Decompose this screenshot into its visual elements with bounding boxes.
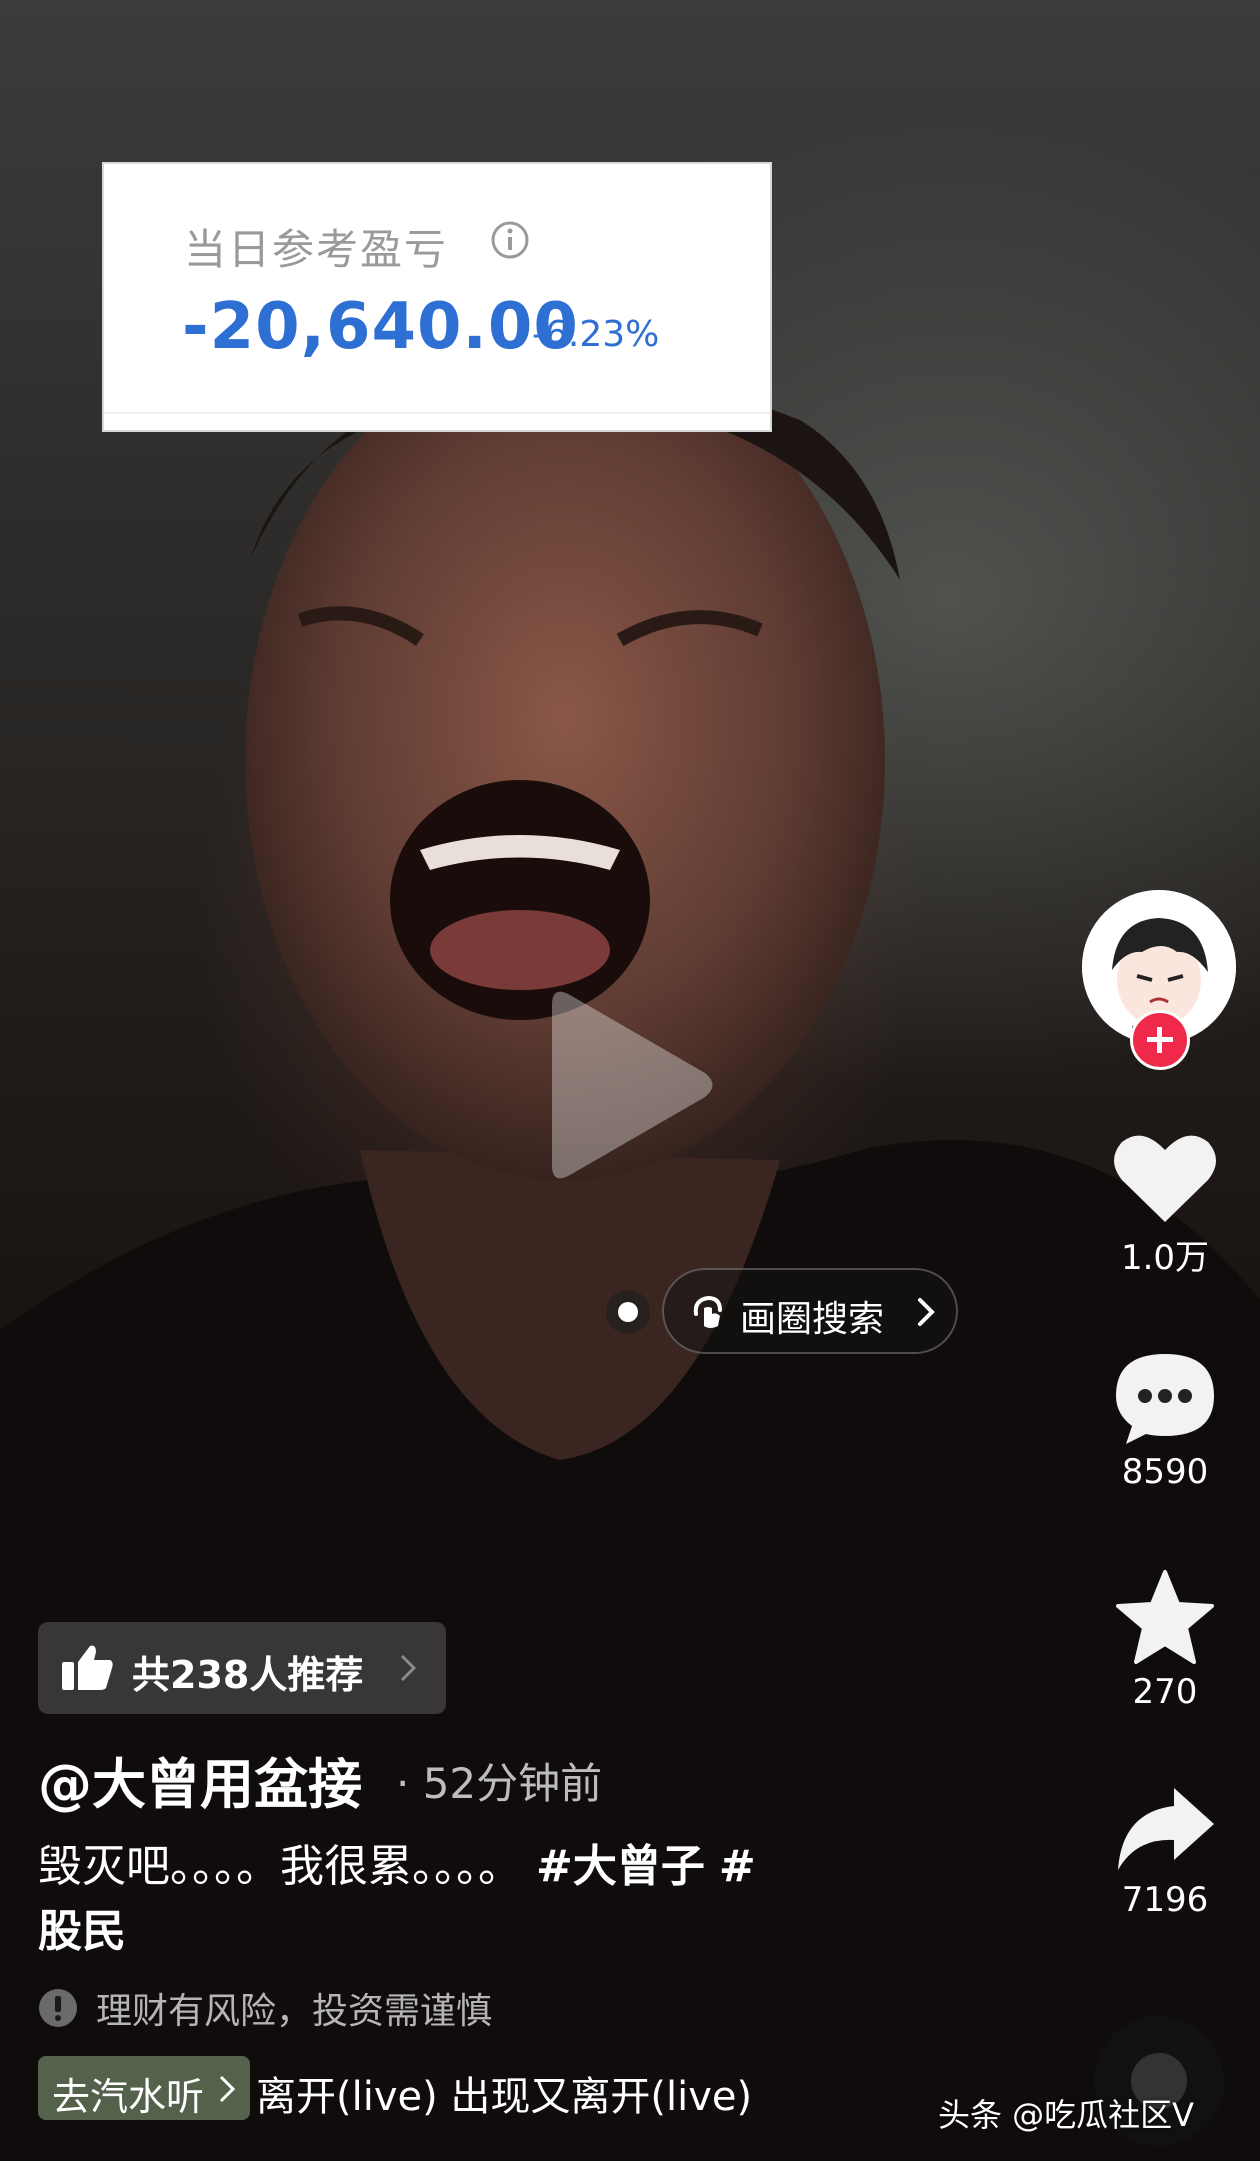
recommend-pill[interactable]: 共238人推荐 bbox=[38, 1622, 446, 1714]
circle-search-label: 画圈搜索 bbox=[740, 1299, 885, 1340]
watermark: 头条 @吃瓜社区V bbox=[938, 2096, 1195, 2134]
open-music-app-button[interactable]: 去汽水听 bbox=[38, 2056, 250, 2120]
share-button[interactable]: 7196 bbox=[1100, 1784, 1230, 1920]
heart-icon bbox=[1114, 1135, 1216, 1222]
plus-icon bbox=[1147, 1027, 1173, 1053]
hand-circle-icon bbox=[693, 1295, 722, 1328]
caption-text: 毁灭吧。。。。我很累。。。。 bbox=[38, 1841, 522, 1892]
thumbs-up-icon bbox=[62, 1645, 113, 1690]
chevron-right-icon bbox=[918, 1298, 935, 1326]
recommend-count-label: 共238人推荐 bbox=[132, 1653, 364, 1697]
dot-indicator bbox=[618, 1302, 638, 1322]
share-arrow-icon bbox=[1118, 1788, 1214, 1870]
star-icon bbox=[1116, 1570, 1214, 1664]
profit-loss-card: 当日参考盈亏 -20,640.00 -6.23% bbox=[102, 162, 772, 432]
circle-search-button[interactable]: 画圈搜索 bbox=[662, 1268, 958, 1354]
share-count: 7196 bbox=[1121, 1880, 1209, 1920]
hashtag-link[interactable]: # bbox=[719, 1841, 756, 1892]
profit-loss-percent: -6.23% bbox=[532, 314, 660, 355]
hashtag-link[interactable]: #大曾子 bbox=[536, 1841, 705, 1892]
music-entry-label: 去汽水听 bbox=[52, 2075, 205, 2119]
info-icon bbox=[491, 221, 529, 259]
risk-notice-text: 理财有风险，投资需谨慎 bbox=[96, 1991, 493, 2032]
post-time: · 52分钟前 bbox=[396, 1759, 603, 1808]
chevron-right-icon bbox=[400, 1654, 417, 1682]
like-count: 1.0万 bbox=[1120, 1238, 1210, 1278]
warning-icon bbox=[39, 1989, 77, 2027]
post-caption: 毁灭吧。。。。我很累。。。。 #大曾子 # bbox=[38, 1830, 756, 1894]
card-divider bbox=[104, 412, 770, 414]
author-name[interactable]: @大曾用盆接 bbox=[38, 1740, 362, 1819]
play-icon[interactable] bbox=[540, 985, 720, 1185]
comment-icon bbox=[1116, 1354, 1214, 1444]
hashtag-link-continued[interactable]: 股民 bbox=[38, 1895, 126, 1959]
comment-count: 8590 bbox=[1121, 1452, 1209, 1492]
comment-button[interactable]: 8590 bbox=[1100, 1348, 1230, 1492]
chevron-right-icon bbox=[219, 2075, 236, 2103]
favorite-button[interactable]: 270 bbox=[1100, 1568, 1230, 1712]
like-button[interactable]: 1.0万 bbox=[1100, 1130, 1230, 1279]
music-track-title[interactable]: 离开(live) 出现又离开(live) bbox=[256, 2064, 856, 2122]
favorite-count: 270 bbox=[1132, 1672, 1198, 1712]
card-label: 当日参考盈亏 bbox=[184, 225, 449, 274]
follow-button[interactable] bbox=[1130, 1010, 1190, 1070]
profit-loss-amount: -20,640.00 bbox=[182, 290, 579, 364]
circle-search-dot[interactable] bbox=[606, 1290, 650, 1334]
